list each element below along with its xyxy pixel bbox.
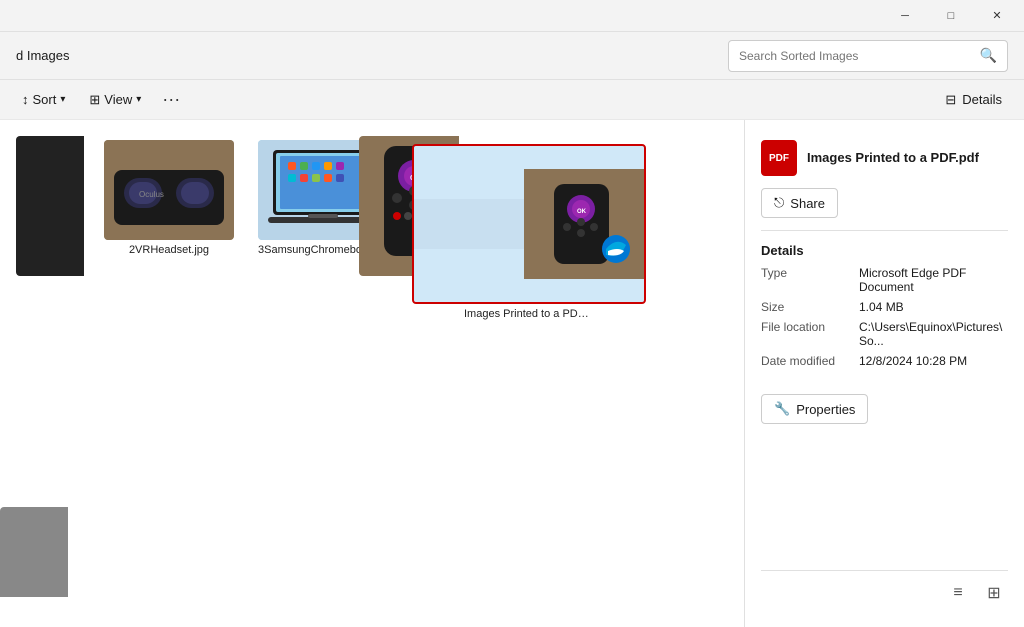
detail-type-row: Type Microsoft Edge PDF Document (761, 266, 1008, 294)
detail-size-row: Size 1.04 MB (761, 300, 1008, 314)
svg-text:Oculus: Oculus (139, 190, 164, 199)
search-input[interactable] (739, 49, 972, 63)
detail-location-value: C:\Users\Equinox\Pictures\So... (859, 320, 1008, 348)
file-name: Images Printed to a PDF.pdf (464, 308, 594, 320)
detail-type-value: Microsoft Edge PDF Document (859, 266, 1008, 294)
minimize-button[interactable]: ─ (882, 0, 928, 32)
pdf-icon: PDF (761, 140, 797, 176)
details-section: Details Type Microsoft Edge PDF Document… (761, 243, 1008, 374)
details-button[interactable]: ⊟ Details (935, 88, 1012, 112)
main-content: Oculus 2VRHeadset.jpg (0, 120, 1024, 627)
view-button[interactable]: ⊞ View ▾ (79, 88, 151, 112)
partial-file-left (16, 136, 84, 301)
sort-button[interactable]: ↕ Sort ▾ (12, 88, 75, 111)
share-icon: ⎋ (774, 195, 784, 211)
sort-label: Sort (33, 92, 57, 107)
detail-date-row: Date modified 12/8/2024 10:28 PM (761, 354, 1008, 368)
divider (761, 230, 1008, 231)
sort-chevron-icon: ▾ (60, 94, 65, 105)
detail-size-key: Size (761, 300, 851, 314)
file-name: 2VRHeadset.jpg (129, 244, 209, 256)
file-thumbnail: OK (412, 144, 646, 304)
titlebar: ─ □ ✕ (0, 0, 1024, 32)
maximize-button[interactable]: □ (928, 0, 974, 32)
toolbar-top: d Images 🔍 (0, 32, 1024, 80)
more-options-button[interactable]: ··· (155, 86, 187, 114)
view-label: View (104, 92, 132, 107)
svg-text:OK: OK (577, 209, 587, 215)
close-button[interactable]: ✕ (974, 0, 1020, 32)
file-header: PDF Images Printed to a PDF.pdf (761, 140, 1008, 176)
list-view-button[interactable]: ≡ (944, 579, 972, 607)
detail-file-name: Images Printed to a PDF.pdf (807, 150, 979, 167)
properties-icon: 🔧 (774, 401, 790, 417)
detail-date-key: Date modified (761, 354, 851, 368)
view-chevron-icon: ▾ (136, 94, 141, 105)
sort-icon: ↕ (22, 92, 29, 107)
grid-view-button[interactable]: ⊞ (980, 579, 1008, 607)
search-bar[interactable]: 🔍 (728, 40, 1008, 72)
detail-date-value: 12/8/2024 10:28 PM (859, 354, 967, 368)
share-button[interactable]: ⎋ Share (761, 188, 838, 218)
detail-size-value: 1.04 MB (859, 300, 904, 314)
file-thumbnail: Oculus (104, 140, 234, 240)
detail-location-key: File location (761, 320, 851, 348)
partial-file-bottom-left (0, 507, 68, 597)
list-item[interactable]: OK Images Printed to a PDF.pdf (408, 140, 650, 324)
details-section-title: Details (761, 243, 1008, 258)
file-grid: Oculus 2VRHeadset.jpg (0, 120, 744, 627)
details-panel: PDF Images Printed to a PDF.pdf ⎋ Share … (744, 120, 1024, 627)
command-bar: ↕ Sort ▾ ⊞ View ▾ ··· ⊟ Details (0, 80, 1024, 120)
detail-location-row: File location C:\Users\Equinox\Pictures\… (761, 320, 1008, 348)
properties-label: Properties (796, 402, 855, 417)
view-icon: ⊞ (89, 92, 100, 108)
detail-type-key: Type (761, 266, 851, 294)
search-icon: 🔍 (980, 47, 997, 64)
list-item[interactable]: Oculus 2VRHeadset.jpg (100, 136, 238, 324)
share-label: Share (790, 196, 825, 211)
details-label: Details (962, 92, 1002, 107)
window-title: d Images (16, 48, 69, 63)
details-icon: ⊟ (945, 92, 956, 108)
properties-button[interactable]: 🔧 Properties (761, 394, 868, 424)
